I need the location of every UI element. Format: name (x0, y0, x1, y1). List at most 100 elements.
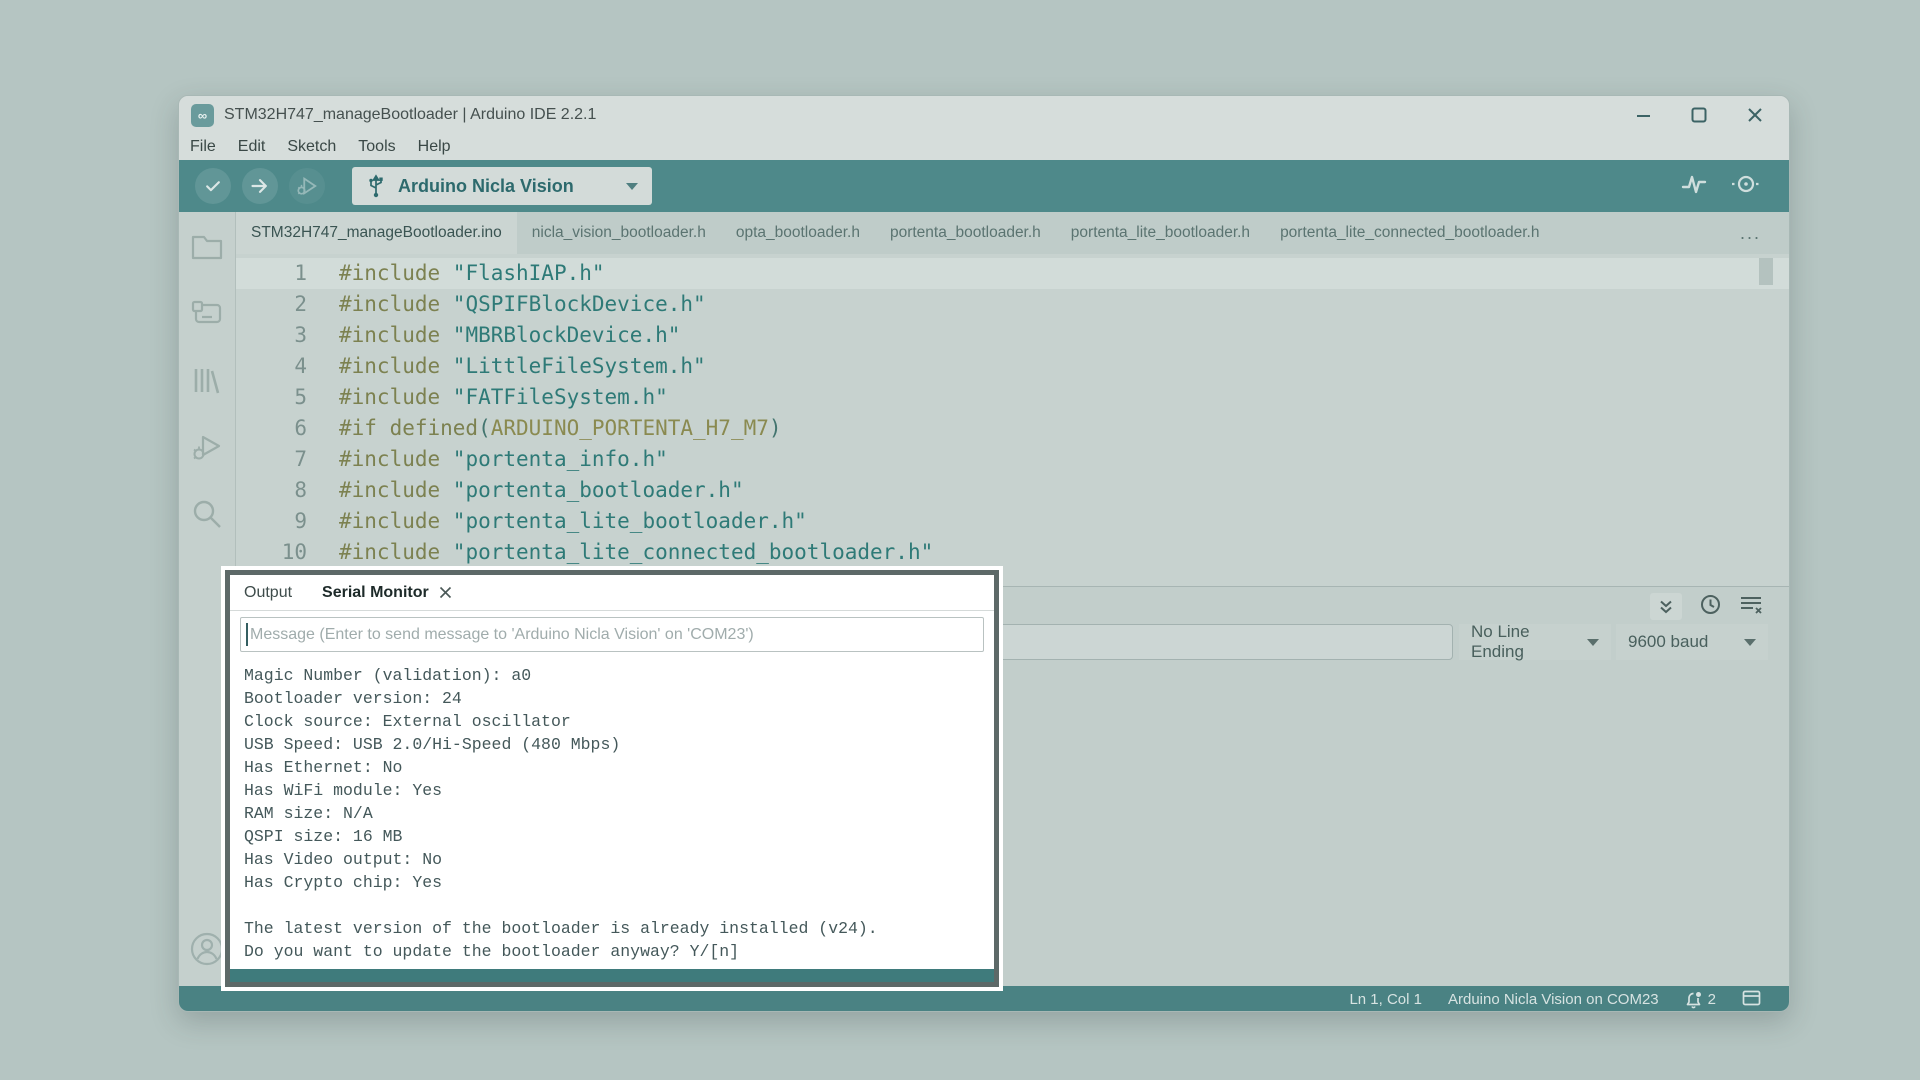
titlebar: ∞ STM32H747_manageBootloader | Arduino I… (179, 96, 1789, 134)
code-line[interactable]: 8 #include "portenta_bootloader.h" (236, 475, 1789, 506)
boards-manager-icon[interactable] (190, 297, 224, 334)
code-token: "MBRBlockDevice.h" (453, 323, 681, 347)
code-text: #include "portenta_lite_bootloader.h" (339, 506, 807, 537)
scroll-to-bottom-icon[interactable] (1650, 593, 1682, 620)
sketchbook-folder-icon[interactable] (190, 232, 224, 267)
code-editor[interactable]: 1#include "FlashIAP.h"2 #include "QSPIFBl… (236, 254, 1789, 586)
code-text: #include "MBRBlockDevice.h" (339, 320, 680, 351)
debug-sidebar-icon[interactable] (190, 431, 224, 468)
code-token: "FATFileSystem.h" (453, 385, 668, 409)
code-line[interactable]: 5#include "FATFileSystem.h" (236, 382, 1789, 413)
code-text: #include "QSPIFBlockDevice.h" (339, 289, 706, 320)
menu-item-sketch[interactable]: Sketch (276, 138, 347, 156)
highlight-box: Output Serial Monitor Magic Number (vali… (221, 566, 1003, 991)
code-line[interactable]: 7#include "portenta_info.h" (236, 444, 1789, 475)
window-title: STM32H747_manageBootloader | Arduino IDE… (224, 106, 596, 124)
serial-output-line: QSPI size: 16 MB (244, 825, 994, 848)
code-token: #include (339, 292, 453, 316)
code-token: ) (769, 416, 782, 440)
menu-bar: FileEditSketchToolsHelp (179, 134, 1789, 160)
tab-portenta_lite_bootloader.h[interactable]: portenta_lite_bootloader.h (1056, 212, 1265, 254)
panel-tab-bar: Output Serial Monitor (230, 575, 994, 611)
serial-monitor-toolbar-icon[interactable] (1731, 173, 1761, 200)
timestamp-icon[interactable] (1700, 594, 1721, 620)
menu-item-file[interactable]: File (179, 138, 227, 156)
baud-rate-select[interactable]: 9600 baud (1616, 624, 1768, 660)
library-manager-icon[interactable] (190, 364, 224, 401)
code-text: #include "portenta_info.h" (339, 444, 668, 475)
code-line[interactable]: 10 #include "portenta_lite_connected_boot… (236, 537, 1789, 568)
minimize-button[interactable] (1636, 108, 1651, 123)
line-ending-select[interactable]: No Line Ending (1459, 624, 1611, 660)
code-line[interactable]: 3#include "MBRBlockDevice.h" (236, 320, 1789, 351)
code-token: ( (478, 416, 491, 440)
code-token: "portenta_info.h" (453, 447, 668, 471)
notifications-status[interactable]: 2 (1685, 991, 1716, 1009)
serial-message-input-wrap (240, 617, 984, 652)
line-number: 6 (236, 413, 307, 444)
panel-tab-output[interactable]: Output (244, 584, 292, 602)
clear-output-icon[interactable] (1739, 594, 1763, 619)
search-icon[interactable] (191, 498, 223, 535)
notification-count: 2 (1708, 991, 1716, 1008)
line-number: 10 (236, 537, 307, 568)
verify-button[interactable] (195, 168, 231, 204)
code-line[interactable]: 1#include "FlashIAP.h" (236, 258, 1789, 289)
panel-tab-serial-monitor[interactable]: Serial Monitor (322, 584, 429, 602)
tab-portenta_bootloader.h[interactable]: portenta_bootloader.h (875, 212, 1056, 254)
upload-button[interactable] (242, 168, 278, 204)
baud-rate-value: 9600 baud (1628, 632, 1708, 652)
board-selector[interactable]: Arduino Nicla Vision (352, 167, 652, 205)
chevron-down-icon (626, 183, 638, 190)
code-token: ARDUINO_PORTENTA_H7_M7 (491, 416, 769, 440)
tab-strip: STM32H747_manageBootloader.inonicla_visi… (236, 212, 1789, 254)
debug-button[interactable] (289, 168, 325, 204)
serial-output-line (244, 894, 994, 917)
code-line[interactable]: 4 #include "LittleFileSystem.h" (236, 351, 1789, 382)
line-number: 4 (236, 351, 307, 382)
code-token: #include (339, 354, 453, 378)
close-serial-monitor-icon[interactable] (439, 586, 452, 599)
code-line[interactable]: 2 #include "QSPIFBlockDevice.h" (236, 289, 1789, 320)
serial-output-line: Has Ethernet: No (244, 756, 994, 779)
tab-opta_bootloader.h[interactable]: opta_bootloader.h (721, 212, 875, 254)
serial-message-input[interactable] (241, 617, 983, 652)
code-token: "portenta_lite_connected_bootloader.h" (453, 540, 933, 564)
debug-icon (296, 175, 318, 197)
code-text: #include "LittleFileSystem.h" (339, 351, 706, 382)
text-cursor (246, 623, 248, 646)
editor-scrollbar[interactable] (1759, 258, 1773, 285)
tab-nicla_vision_bootloader.h[interactable]: nicla_vision_bootloader.h (517, 212, 721, 254)
close-button[interactable] (1747, 107, 1763, 123)
statusbar-strip (230, 969, 994, 982)
code-text: #if defined(ARDUINO_PORTENTA_H7_M7) (339, 413, 782, 444)
arrow-right-icon (250, 176, 270, 196)
board-selector-label: Arduino Nicla Vision (398, 176, 574, 197)
code-text: #include "portenta_lite_connected_bootlo… (339, 537, 933, 568)
code-line[interactable]: 9#include "portenta_lite_bootloader.h" (236, 506, 1789, 537)
account-icon[interactable] (189, 931, 225, 972)
tab-STM32H747_manageBootloader.ino[interactable]: STM32H747_manageBootloader.ino (236, 212, 517, 254)
menu-item-help[interactable]: Help (407, 138, 462, 156)
menu-item-tools[interactable]: Tools (347, 138, 406, 156)
tab-portenta_lite_connected_bootloader.h[interactable]: portenta_lite_connected_bootloader.h (1265, 212, 1554, 254)
code-token: #include (339, 478, 453, 502)
line-number: 2 (236, 289, 307, 320)
serial-output-line: RAM size: N/A (244, 802, 994, 825)
maximize-button[interactable] (1691, 107, 1707, 123)
code-token: "portenta_bootloader.h" (453, 478, 744, 502)
menu-item-edit[interactable]: Edit (227, 138, 277, 156)
serial-plotter-icon[interactable] (1681, 173, 1707, 200)
code-line[interactable]: 6 #if defined(ARDUINO_PORTENTA_H7_M7) (236, 413, 1789, 444)
serial-output-line: USB Speed: USB 2.0/Hi-Speed (480 Mbps) (244, 733, 994, 756)
code-token: #include (339, 447, 453, 471)
code-token: #if defined (339, 416, 478, 440)
serial-output[interactable]: Magic Number (validation): a0Bootloader … (230, 656, 994, 969)
code-token: "LittleFileSystem.h" (453, 354, 706, 378)
arduino-app-icon: ∞ (191, 104, 214, 127)
tab-overflow-button[interactable]: ... (1740, 212, 1761, 254)
line-number: 8 (236, 475, 307, 506)
code-token: "portenta_lite_bootloader.h" (453, 509, 807, 533)
toggle-panel-icon[interactable] (1742, 990, 1761, 1010)
board-port-status[interactable]: Arduino Nicla Vision on COM23 (1448, 991, 1659, 1008)
